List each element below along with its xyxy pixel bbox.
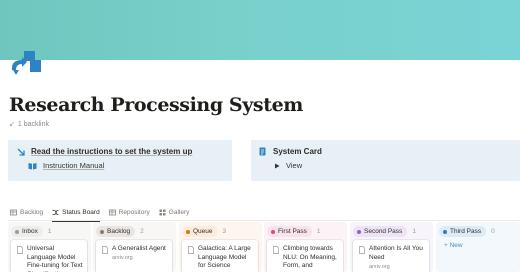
board-card[interactable]: Universal Language Model Fine-tuning for…: [11, 240, 87, 272]
card-title: Universal Language Model Fine-tuning for…: [27, 245, 83, 272]
toggle-triangle-icon: [272, 161, 281, 170]
column-name: Queue: [193, 228, 213, 235]
board-card[interactable]: Attention Is All You Need arxiv.org: [353, 240, 429, 272]
table-icon: [108, 209, 116, 216]
backlink[interactable]: ↙ 1 backlink: [9, 120, 49, 128]
tab-status-board-label: Status Board: [62, 208, 100, 216]
status-pill[interactable]: Second Pass: [353, 226, 408, 237]
backlink-arrow-icon: ↙: [9, 121, 15, 128]
instructions-callout: Read the instructions to set the system …: [8, 140, 232, 181]
column-name: Second Pass: [364, 228, 403, 235]
backlink-label: 1 backlink: [17, 121, 50, 128]
column-name: Third Pass: [450, 228, 482, 235]
column-name: First Pass: [278, 228, 307, 235]
board-column-queue: Queue 3 Galactica: A Large Language Mode…: [179, 222, 262, 272]
view-tabs: Backlog Status Board Repository Gallery: [10, 205, 198, 222]
page-icon: [17, 246, 23, 254]
status-dot: [15, 229, 19, 234]
board-card[interactable]: Galactica: A Large Language Model for Sc…: [182, 240, 258, 272]
column-count: 1: [47, 228, 52, 235]
card-title: Attention Is All You Need: [369, 245, 423, 261]
system-card-callout: System Card View: [251, 140, 520, 181]
system-card-toggle-label: View: [286, 161, 303, 170]
status-pill[interactable]: Inbox: [11, 226, 43, 237]
board-column-inbox: Inbox 1 Universal Language Model Fine-tu…: [8, 222, 91, 272]
column-count: 1: [412, 228, 416, 235]
board-column-backlog: Backlog 2 A Generalist Agent arxiv.org: [93, 222, 176, 272]
status-dot: [100, 229, 104, 234]
tab-gallery[interactable]: Gallery: [159, 205, 190, 219]
tab-repository[interactable]: Repository: [108, 205, 150, 219]
tabs-divider: [8, 220, 520, 221]
page-title: Research Processing System: [9, 94, 303, 116]
page-icon: [102, 246, 108, 254]
column-count: 1: [316, 228, 321, 235]
tab-backlog-label: Backlog: [20, 208, 44, 216]
tab-status-board[interactable]: Status Board: [52, 205, 100, 222]
system-card-toggle[interactable]: View: [272, 161, 302, 170]
column-count: 0: [491, 228, 495, 235]
cover-banner: [0, 0, 520, 60]
document-icon: [258, 147, 267, 156]
card-title: Climbing towards NLU: On Meaning, Form, …: [283, 245, 337, 270]
tab-gallery-label: Gallery: [168, 208, 190, 216]
column-count: 3: [222, 228, 227, 235]
gallery-icon: [159, 209, 166, 216]
board-column-second-pass: Second Pass 1 Attention Is All You Need …: [350, 222, 433, 272]
status-dot: [186, 229, 190, 234]
table-icon: [10, 209, 17, 216]
board-card[interactable]: Climbing towards NLU: On Meaning, Form, …: [267, 240, 343, 272]
board-icon: [52, 209, 59, 216]
status-pill[interactable]: Backlog: [96, 226, 136, 237]
arrow-down-right-icon: [16, 147, 25, 156]
status-dot: [271, 229, 275, 234]
system-card-heading: System Card: [273, 147, 322, 156]
card-source: arxiv.org: [369, 264, 390, 270]
board-column-third-pass: Third Pass 0 + New: [436, 222, 520, 272]
status-dot: [357, 229, 361, 234]
card-title: Galactica: A Large Language Model for Sc…: [198, 245, 251, 270]
new-card-button[interactable]: + New: [444, 242, 463, 249]
tab-backlog[interactable]: Backlog: [10, 205, 43, 219]
status-dot: [443, 229, 447, 234]
instruction-manual-link[interactable]: Instruction Manual: [28, 161, 104, 170]
open-book-icon: [28, 161, 37, 170]
card-title: A Generalist Agent: [112, 245, 166, 252]
instructions-heading: Read the instructions to set the system …: [31, 147, 193, 156]
page-icon: [188, 246, 194, 254]
board-column-first-pass: First Pass 1 Climbing towards NLU: On Me…: [264, 222, 347, 272]
page-icon: [273, 246, 279, 254]
status-pill[interactable]: Queue: [182, 226, 218, 237]
instruction-manual-label: Instruction Manual: [43, 161, 105, 170]
status-pill[interactable]: Third Pass: [439, 226, 487, 237]
status-pill[interactable]: First Pass: [267, 226, 312, 237]
tab-repository-label: Repository: [118, 208, 150, 216]
page-icon: [359, 246, 365, 254]
card-source: arxiv.org: [112, 255, 133, 261]
swap-arrows-icon[interactable]: [9, 51, 41, 77]
column-count: 2: [140, 228, 144, 235]
board-card[interactable]: A Generalist Agent arxiv.org: [96, 240, 172, 272]
column-name: Backlog: [107, 228, 131, 235]
column-name: Inbox: [22, 228, 38, 235]
